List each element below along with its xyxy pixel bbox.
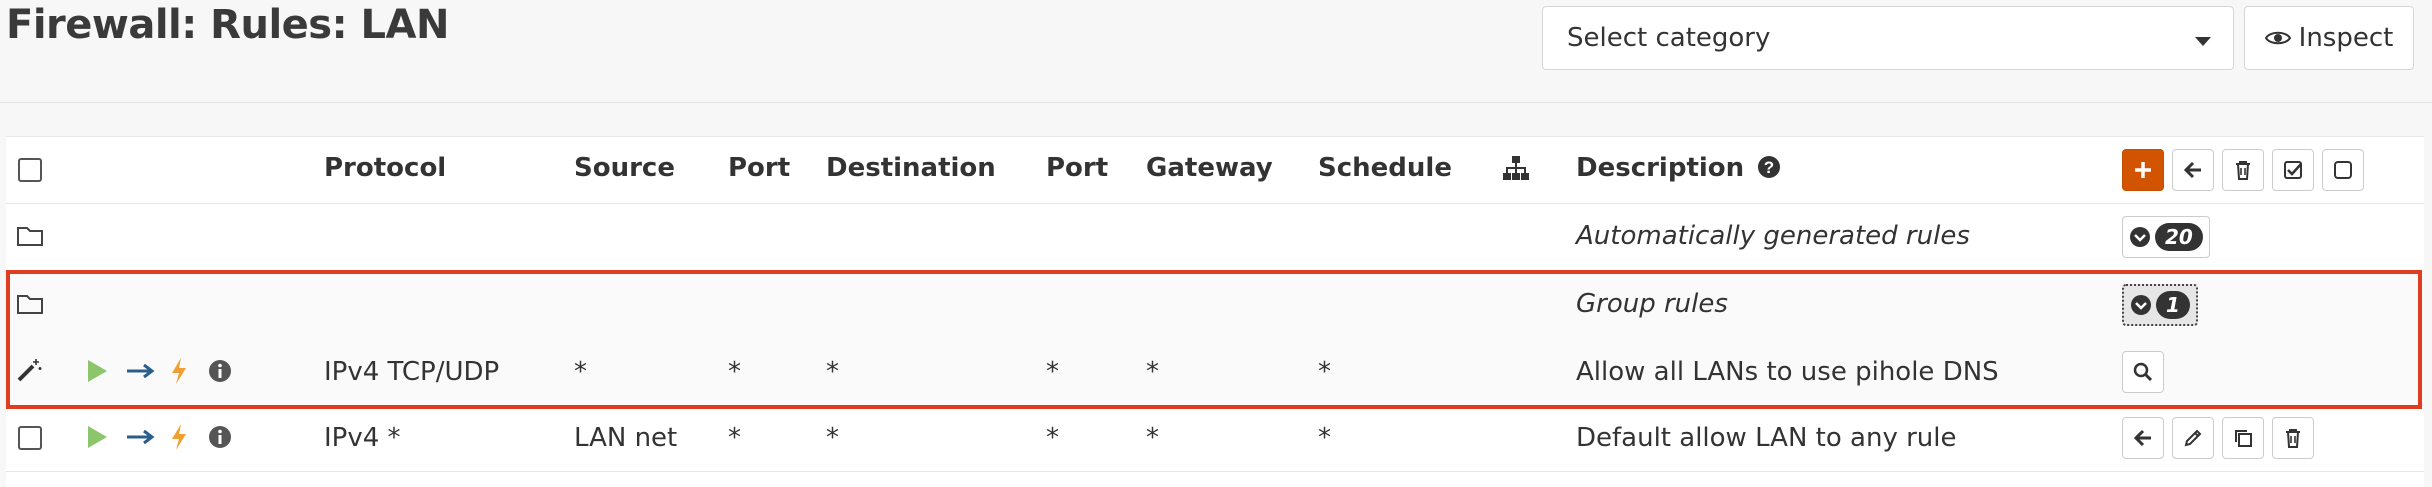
- edit-rule-button[interactable]: [2172, 417, 2214, 459]
- check-square-icon: [2284, 161, 2302, 179]
- direction-in-icon: [126, 361, 156, 381]
- view-rule-button[interactable]: [2122, 351, 2164, 393]
- quick-icon: [170, 423, 188, 451]
- header-source: Source: [574, 153, 675, 183]
- rule-destination: *: [826, 423, 839, 453]
- category-select-label: Select category: [1567, 23, 1771, 53]
- inspect-label: Inspect: [2298, 23, 2394, 53]
- search-icon: [2133, 362, 2153, 382]
- rule-schedule: *: [1318, 357, 1331, 387]
- header-protocol: Protocol: [324, 153, 447, 183]
- direction-in-icon: [126, 427, 156, 447]
- delete-rule-button[interactable]: [2272, 417, 2314, 459]
- row-checkbox[interactable]: [18, 426, 42, 450]
- header-description-label: Description: [1576, 153, 1745, 183]
- rule-description: Allow all LANs to use pihole DNS: [1576, 357, 1999, 387]
- trash-icon: [2236, 161, 2250, 180]
- move-selected-button[interactable]: [2172, 149, 2214, 191]
- header-description: Description ?: [1576, 153, 1781, 183]
- rule-description: Default allow LAN to any rule: [1576, 423, 1957, 453]
- divider: [0, 102, 2432, 103]
- rule-dest-port: *: [1046, 357, 1059, 387]
- svg-text:?: ?: [1764, 158, 1774, 177]
- caret-down-icon: [2195, 37, 2211, 46]
- trash-icon: [2286, 429, 2300, 448]
- arrow-left-icon: [2133, 429, 2151, 447]
- folder-icon: [16, 293, 44, 315]
- rule-port: *: [728, 357, 741, 387]
- info-icon[interactable]: [208, 425, 232, 449]
- inspect-button[interactable]: Inspect: [2244, 6, 2414, 70]
- table-header-row: Protocol Source Port Destination Port Ga…: [6, 137, 2424, 204]
- rule-gateway: *: [1146, 357, 1159, 387]
- rule-port: *: [728, 423, 741, 453]
- chevron-down-circle-icon: [2131, 295, 2151, 315]
- rule-dest-port: *: [1046, 423, 1059, 453]
- pencil-icon: [2184, 429, 2202, 447]
- category-select[interactable]: Select category: [1542, 6, 2234, 70]
- page-title: Firewall: Rules: LAN: [6, 2, 449, 48]
- group-row-group-rules: Group rules 1: [6, 271, 2424, 340]
- group-count-badge: 1: [2156, 291, 2190, 319]
- clone-icon: [2235, 430, 2252, 447]
- arrow-left-icon: [2183, 161, 2201, 179]
- group-description: Group rules: [1576, 289, 1728, 319]
- rule-source: *: [574, 357, 587, 387]
- group-description: Automatically generated rules: [1576, 221, 1970, 251]
- quick-icon: [170, 357, 188, 385]
- header-port: Port: [728, 153, 791, 183]
- pass-icon[interactable]: [86, 359, 108, 383]
- square-icon: [2334, 161, 2352, 179]
- rules-table: Protocol Source Port Destination Port Ga…: [6, 136, 2424, 487]
- sitemap-icon: [1502, 155, 1530, 181]
- info-icon[interactable]: [208, 359, 232, 383]
- header-destination: Destination: [826, 153, 996, 183]
- chevron-down-circle-icon: [2130, 227, 2150, 247]
- rule-schedule: *: [1318, 423, 1331, 453]
- rule-source: LAN net: [574, 423, 678, 453]
- pass-icon[interactable]: [86, 425, 108, 449]
- expand-group-button[interactable]: 1: [2122, 284, 2198, 326]
- help-icon[interactable]: ?: [1757, 155, 1781, 179]
- eye-icon: [2264, 29, 2291, 47]
- rule-protocol: IPv4 TCP/UDP: [324, 357, 500, 387]
- select-all-checkbox[interactable]: [18, 158, 42, 182]
- add-rule-button[interactable]: [2122, 149, 2164, 191]
- delete-selected-button[interactable]: [2222, 149, 2264, 191]
- group-row-automatic: Automatically generated rules 20: [6, 203, 2424, 272]
- plus-icon: [2135, 162, 2151, 178]
- disable-selected-button[interactable]: [2322, 149, 2364, 191]
- rule-destination: *: [826, 357, 839, 387]
- expand-group-button[interactable]: 20: [2122, 216, 2210, 258]
- rule-protocol: IPv4 *: [324, 423, 401, 453]
- magic-wand-icon: [16, 357, 42, 383]
- header-dest-port: Port: [1046, 153, 1109, 183]
- table-row: IPv4 TCP/UDP * * * * * * Allow all LANs …: [6, 339, 2424, 406]
- header-schedule: Schedule: [1318, 153, 1452, 183]
- clone-rule-button[interactable]: [2222, 417, 2264, 459]
- table-row: IPv4 * LAN net * * * * * Default allow L…: [6, 405, 2424, 472]
- move-rule-button[interactable]: [2122, 417, 2164, 459]
- header-gateway: Gateway: [1146, 153, 1273, 183]
- folder-icon: [16, 225, 44, 247]
- enable-selected-button[interactable]: [2272, 149, 2314, 191]
- group-count-badge: 20: [2155, 223, 2203, 251]
- rule-gateway: *: [1146, 423, 1159, 453]
